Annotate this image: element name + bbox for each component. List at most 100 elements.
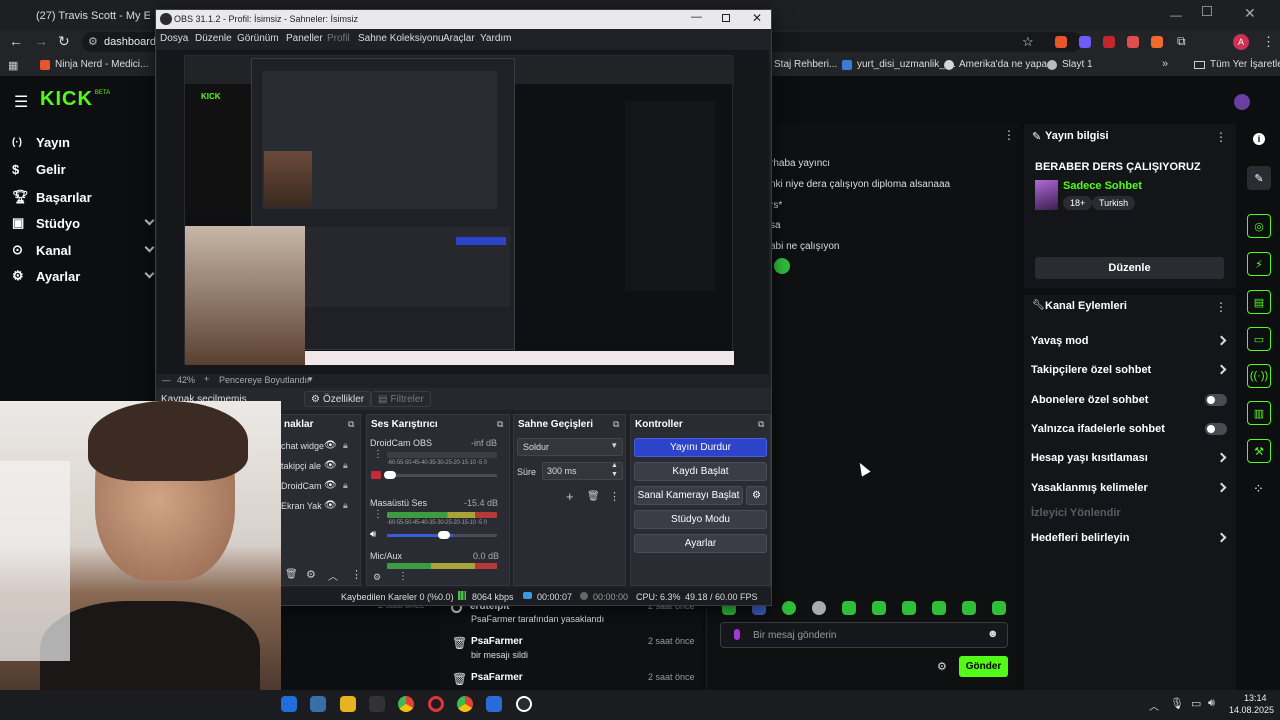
bookmark-item[interactable]: Slayt 1 xyxy=(1047,59,1093,70)
minimize-icon[interactable]: — xyxy=(691,11,702,23)
emote-icon[interactable] xyxy=(962,601,976,615)
volume-slider-handle[interactable] xyxy=(438,531,450,539)
eye-icon[interactable]: 👁︎ xyxy=(324,500,337,511)
lock-icon[interactable]: 🔒︎ xyxy=(343,500,348,511)
channel-actions-menu-icon[interactable]: ⋮ xyxy=(1215,300,1227,314)
volume-slider-handle[interactable] xyxy=(384,471,396,479)
source-properties-icon[interactable]: ⚙ xyxy=(306,568,316,581)
all-bookmarks[interactable]: Tüm Yer İşaretleri xyxy=(1194,59,1280,70)
menu-profil[interactable]: Profil xyxy=(327,33,350,44)
panel-undock-icon[interactable]: ⧉ xyxy=(758,419,764,430)
bookmarks-overflow-icon[interactable]: » xyxy=(1162,58,1168,70)
menu-yardim[interactable]: Yardım xyxy=(480,33,512,44)
start-recording-button[interactable]: Kaydı Başlat xyxy=(634,462,767,481)
clock-time[interactable]: 13:14 xyxy=(1244,693,1267,703)
source-item[interactable]: chat widge 👁︎ 🔒︎ xyxy=(280,439,360,455)
apps-grid-icon[interactable]: ⁘ xyxy=(1253,481,1264,497)
emote-icon[interactable] xyxy=(812,601,826,615)
maximize-browser-icon[interactable] xyxy=(1202,6,1212,16)
chat-bubble-icon[interactable]: ▭ xyxy=(1247,327,1271,351)
opera-icon[interactable] xyxy=(428,696,444,712)
edit-stream-button[interactable]: Düzenle xyxy=(1035,257,1224,279)
chat-settings-icon[interactable]: ⚙ xyxy=(937,660,947,673)
chrome-icon[interactable] xyxy=(398,696,414,712)
mixer-menu-icon[interactable]: ⋮ xyxy=(373,509,383,520)
browser-menu-icon[interactable]: ⋮ xyxy=(1262,34,1275,50)
lightning-icon[interactable]: ⚡︎ xyxy=(1247,252,1271,276)
edit-icon[interactable]: ✎ xyxy=(1247,166,1271,190)
app-icon[interactable] xyxy=(310,696,326,712)
move-up-icon[interactable]: ︿ xyxy=(328,568,338,583)
action-followers-only[interactable]: Takipçilere özel sohbet xyxy=(1031,364,1151,376)
mixer-settings-icon[interactable]: ⚙ xyxy=(373,572,381,583)
microphone-tray-icon[interactable]: 🎙︎ xyxy=(1170,697,1184,710)
add-transition-icon[interactable]: + xyxy=(566,489,574,504)
menu-araclar[interactable]: Araçlar xyxy=(443,33,475,44)
spinner-down-icon[interactable]: ▼ xyxy=(611,471,618,478)
stop-streaming-button[interactable]: Yayını Durdur xyxy=(634,438,767,457)
menu-sahne-koleksiyonu[interactable]: Sahne Koleksiyonu xyxy=(358,33,444,44)
layout-icon[interactable]: ▥ xyxy=(1247,401,1271,425)
menu-dosya[interactable]: Dosya xyxy=(160,33,188,44)
info-icon[interactable]: i xyxy=(1253,133,1265,145)
emote-icon[interactable] xyxy=(842,601,856,615)
remove-transition-icon[interactable]: 🗑︎ xyxy=(587,491,600,502)
muted-speaker-icon[interactable] xyxy=(371,471,381,479)
zoom-in-icon[interactable]: + xyxy=(204,374,209,384)
speaker-icon[interactable]: 🔊︎ xyxy=(370,529,376,540)
bookmark-item[interactable]: Ninja Nerd - Medici... xyxy=(40,59,148,70)
virtual-camera-settings-icon[interactable]: ⚙ xyxy=(746,486,767,505)
site-info-icon[interactable]: ⚙ xyxy=(88,35,98,48)
camera-icon[interactable]: ◎ xyxy=(1247,214,1271,238)
nav-item-kanal[interactable]: ⊙ Kanal xyxy=(12,242,71,258)
extension-icon[interactable] xyxy=(1103,36,1115,48)
settings-button[interactable]: Ayarlar xyxy=(634,534,767,553)
forward-icon[interactable]: → xyxy=(34,33,48,49)
document-icon[interactable]: ▤ xyxy=(1247,290,1271,314)
duration-input[interactable]: 300 ms ▲ ▼ xyxy=(542,462,623,480)
lock-icon[interactable]: 🔒︎ xyxy=(343,480,348,491)
obs-taskbar-icon[interactable] xyxy=(516,696,532,712)
studio-mode-button[interactable]: Stüdyo Modu xyxy=(634,510,767,529)
apps-icon[interactable]: ▦ xyxy=(8,59,18,72)
emote-icon[interactable] xyxy=(782,601,796,615)
menu-duzenle[interactable]: Düzenle xyxy=(195,33,232,44)
transition-select[interactable]: Soldur ▾ xyxy=(517,438,623,456)
reload-icon[interactable]: ↻ xyxy=(58,33,70,50)
emote-only-toggle[interactable] xyxy=(1205,423,1227,435)
more-icon[interactable]: ⋮ xyxy=(351,568,362,581)
emote-icon[interactable] xyxy=(872,601,886,615)
broadcast-icon[interactable]: ((·)) xyxy=(1247,364,1271,388)
extension-icon[interactable] xyxy=(1055,36,1067,48)
bookmark-item[interactable]: Staj Rehberi... xyxy=(774,59,837,70)
app-icon[interactable] xyxy=(281,696,297,712)
transition-more-icon[interactable]: ⋮ xyxy=(609,490,620,503)
app-icon[interactable] xyxy=(369,696,385,712)
eye-icon[interactable]: 👁︎ xyxy=(324,440,337,451)
nav-item-ayarlar[interactable]: ⚙ Ayarlar xyxy=(12,268,80,284)
emote-icon[interactable] xyxy=(992,601,1006,615)
user-avatar[interactable] xyxy=(1234,94,1250,110)
start-virtual-camera-button[interactable]: Sanal Kamerayı Başlat xyxy=(634,486,743,505)
minimize-browser-icon[interactable]: — xyxy=(1170,8,1182,22)
nav-item-gelir[interactable]: $ Gelir xyxy=(12,162,66,177)
panel-undock-icon[interactable]: ⧉ xyxy=(348,419,354,430)
properties-button[interactable]: ⚙ Özellikler xyxy=(304,391,372,407)
chevron-down-icon[interactable]: ▾ xyxy=(308,374,313,385)
bookmark-item[interactable]: yurt_disi_uzmanlik_r... xyxy=(842,59,956,70)
nav-item-studyo[interactable]: ▣ Stüdyo xyxy=(12,215,80,231)
volume-icon[interactable]: 🔊︎ xyxy=(1208,697,1215,710)
resize-to-window[interactable]: Pencereye Boyutlandır xyxy=(219,375,310,385)
back-icon[interactable]: ← xyxy=(9,33,23,49)
zoom-out-icon[interactable]: — xyxy=(162,375,171,385)
menu-paneller[interactable]: Paneller xyxy=(286,33,323,44)
emote-icon[interactable] xyxy=(932,601,946,615)
nav-item-basarilar[interactable]: 🏆︎ Başarılar xyxy=(12,189,92,205)
profile-avatar[interactable]: A xyxy=(1233,34,1249,50)
stream-category[interactable]: Sadece Sohbet xyxy=(1063,180,1142,192)
network-icon[interactable]: ▭ xyxy=(1191,697,1201,710)
obs-preview[interactable]: KICK xyxy=(157,50,769,374)
extension-icon[interactable] xyxy=(1079,36,1091,48)
menu-gorunum[interactable]: Görünüm xyxy=(237,33,279,44)
hamburger-menu-icon[interactable]: ☰ xyxy=(14,92,28,112)
